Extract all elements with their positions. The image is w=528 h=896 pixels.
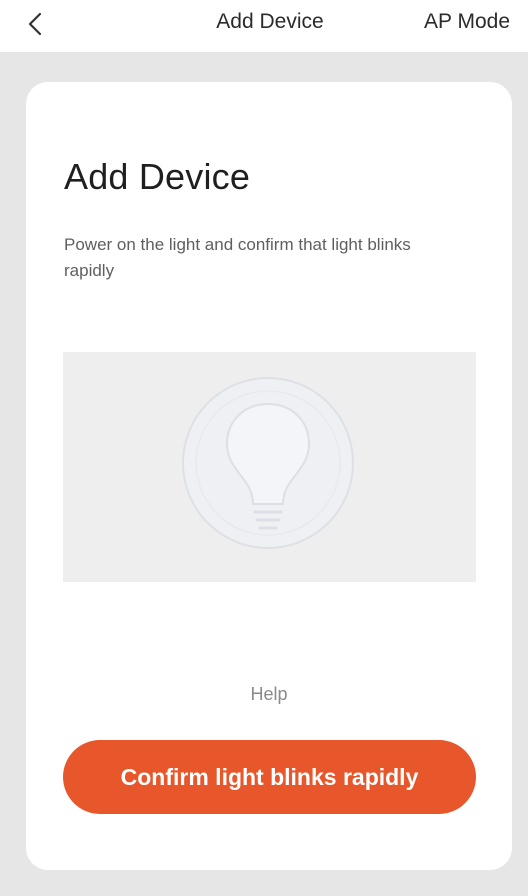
back-button[interactable] <box>18 8 54 44</box>
add-device-card: Add Device Power on the light and confir… <box>26 82 512 870</box>
instruction-text: Power on the light and confirm that ligh… <box>64 235 411 280</box>
light-bulb-icon <box>182 377 354 549</box>
navigation-bar: Add Device AP Mode <box>0 0 528 52</box>
chevron-left-icon <box>28 12 42 36</box>
ap-mode-button[interactable]: AP Mode <box>424 10 510 34</box>
confirm-blink-button[interactable]: Confirm light blinks rapidly <box>63 740 476 814</box>
screen: Add Device AP Mode Add Device Power on t… <box>0 0 528 896</box>
device-illustration <box>63 352 476 582</box>
help-link[interactable]: Help <box>26 684 512 705</box>
page-title: Add Device <box>64 156 251 197</box>
